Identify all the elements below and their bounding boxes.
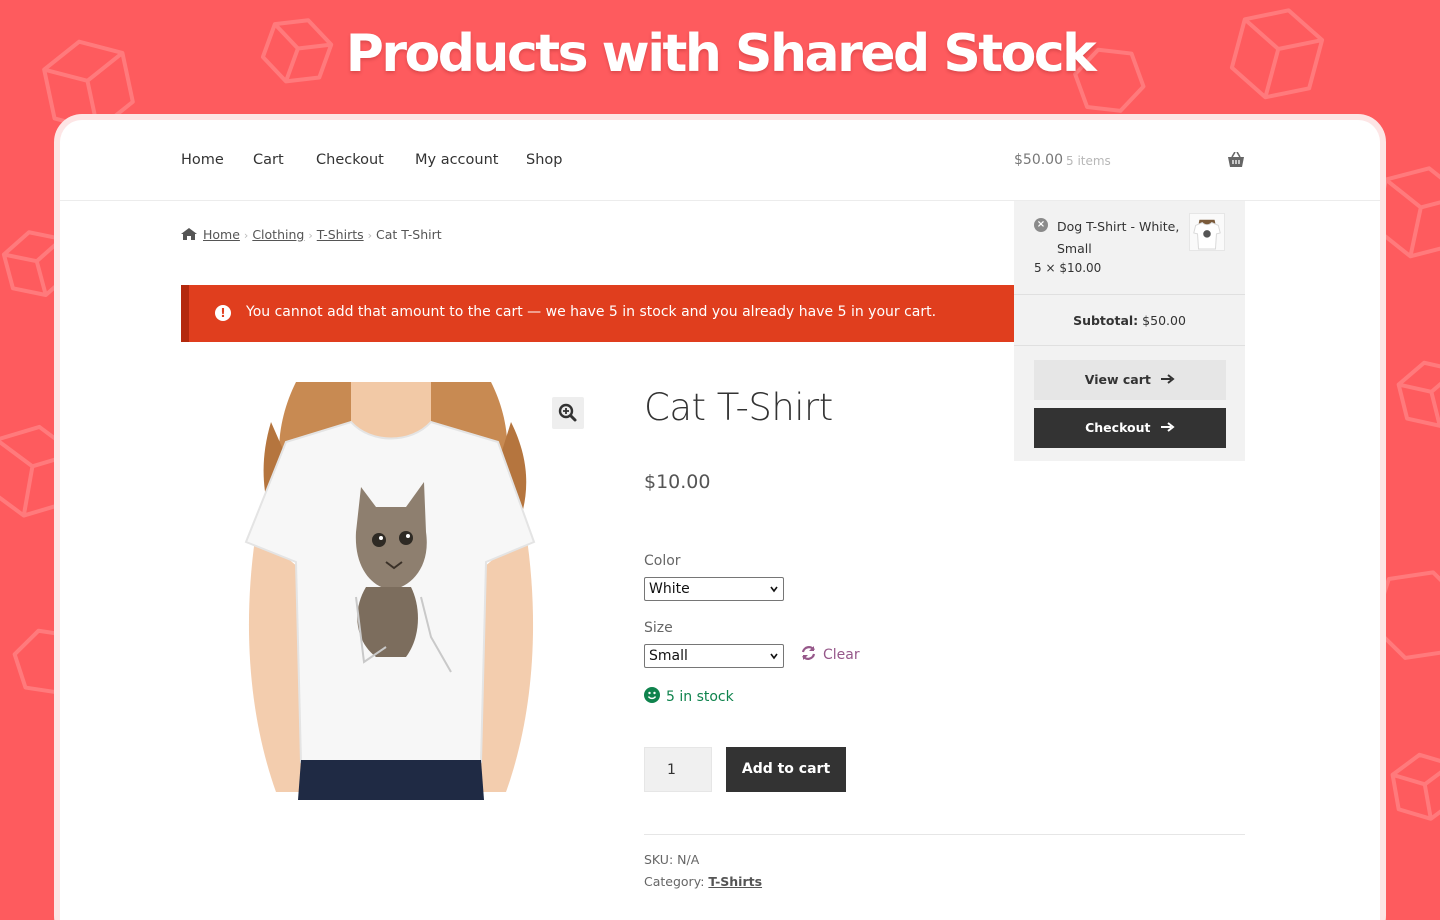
- size-select[interactable]: Small: [644, 644, 784, 668]
- subtotal-label: Subtotal:: [1073, 313, 1139, 328]
- size-label: Size: [644, 620, 673, 636]
- category-label: Category:: [644, 874, 705, 889]
- arrow-right-icon: [1160, 422, 1175, 432]
- breadcrumb: Home › Clothing › T-Shirts › Cat T-Shirt: [181, 227, 442, 242]
- product-category: Category: T-Shirts: [644, 874, 762, 889]
- size-select-value: Small: [649, 648, 688, 664]
- mini-cart-item-name[interactable]: Dog T-Shirt - White, Small: [1057, 216, 1187, 260]
- chevron-down-icon: [770, 653, 778, 660]
- breadcrumb-tshirts[interactable]: T-Shirts: [317, 227, 364, 242]
- breadcrumb-current: Cat T-Shirt: [376, 227, 442, 242]
- clear-variations-link[interactable]: Clear: [800, 645, 860, 663]
- nav-shop[interactable]: Shop: [526, 152, 562, 168]
- top-nav: Home Cart Checkout My account Shop $50.0…: [60, 120, 1380, 201]
- mini-cart-dropdown: × Dog T-Shirt - White, Small 5 × $10.00 …: [1014, 201, 1245, 461]
- sku-label: SKU:: [644, 852, 674, 867]
- breadcrumb-separator: ›: [308, 229, 313, 242]
- breadcrumb-separator: ›: [243, 229, 249, 242]
- subtotal-value: $50.00: [1142, 313, 1186, 328]
- header-cart-total[interactable]: $50.00: [1014, 152, 1063, 168]
- color-label: Color: [644, 553, 681, 569]
- view-cart-button[interactable]: View cart: [1034, 360, 1226, 400]
- color-select-value: White: [649, 581, 690, 597]
- smiley-icon: [644, 687, 660, 703]
- error-notice: ! You cannot add that amount to the cart…: [181, 285, 1014, 342]
- nav-home[interactable]: Home: [181, 152, 224, 168]
- chevron-down-icon: [770, 586, 778, 593]
- breadcrumb-clothing[interactable]: Clothing: [252, 227, 304, 242]
- nav-my-account[interactable]: My account: [415, 152, 498, 168]
- basket-icon[interactable]: [1227, 152, 1245, 168]
- stock-status: 5 in stock: [644, 687, 734, 705]
- quantity-input[interactable]: 1: [644, 747, 712, 792]
- product-image[interactable]: [236, 382, 546, 800]
- checkout-button[interactable]: Checkout: [1034, 408, 1226, 448]
- product-price: $10.00: [644, 471, 711, 493]
- zoom-button[interactable]: [552, 397, 584, 429]
- add-to-cart-button[interactable]: Add to cart: [726, 747, 846, 792]
- product-sku: SKU: N/A: [644, 852, 699, 867]
- shop-page: Home Cart Checkout My account Shop $50.0…: [60, 120, 1380, 920]
- arrow-right-icon: [1161, 374, 1175, 384]
- refresh-icon: [801, 646, 816, 660]
- clear-label: Clear: [823, 647, 860, 663]
- home-icon: [181, 228, 197, 240]
- checkout-label: Checkout: [1085, 420, 1151, 435]
- nav-cart[interactable]: Cart: [253, 152, 284, 168]
- breadcrumb-home[interactable]: Home: [203, 227, 240, 242]
- nav-checkout[interactable]: Checkout: [316, 152, 384, 168]
- view-cart-label: View cart: [1084, 372, 1151, 387]
- mini-cart-item-qty: 5 × $10.00: [1034, 261, 1102, 275]
- category-link[interactable]: T-Shirts: [708, 874, 762, 889]
- stock-text: 5 in stock: [666, 689, 734, 705]
- mini-cart-item: × Dog T-Shirt - White, Small 5 × $10.00: [1014, 201, 1245, 295]
- mini-cart-subtotal: Subtotal: $50.00: [1014, 295, 1245, 346]
- zoom-icon: [558, 403, 577, 422]
- error-message: You cannot add that amount to the cart —…: [246, 304, 937, 320]
- error-icon: !: [215, 305, 231, 321]
- divider: [644, 834, 1245, 835]
- color-select[interactable]: White: [644, 577, 784, 601]
- banner-title: Products with Shared Stock: [345, 24, 1097, 84]
- sku-value: N/A: [677, 852, 700, 867]
- header-cart-count[interactable]: 5 items: [1066, 154, 1111, 168]
- mini-cart-item-thumbnail[interactable]: [1189, 213, 1225, 251]
- remove-icon[interactable]: ×: [1034, 218, 1048, 232]
- breadcrumb-separator: ›: [367, 229, 373, 242]
- product-title: Cat T-Shirt: [644, 386, 833, 429]
